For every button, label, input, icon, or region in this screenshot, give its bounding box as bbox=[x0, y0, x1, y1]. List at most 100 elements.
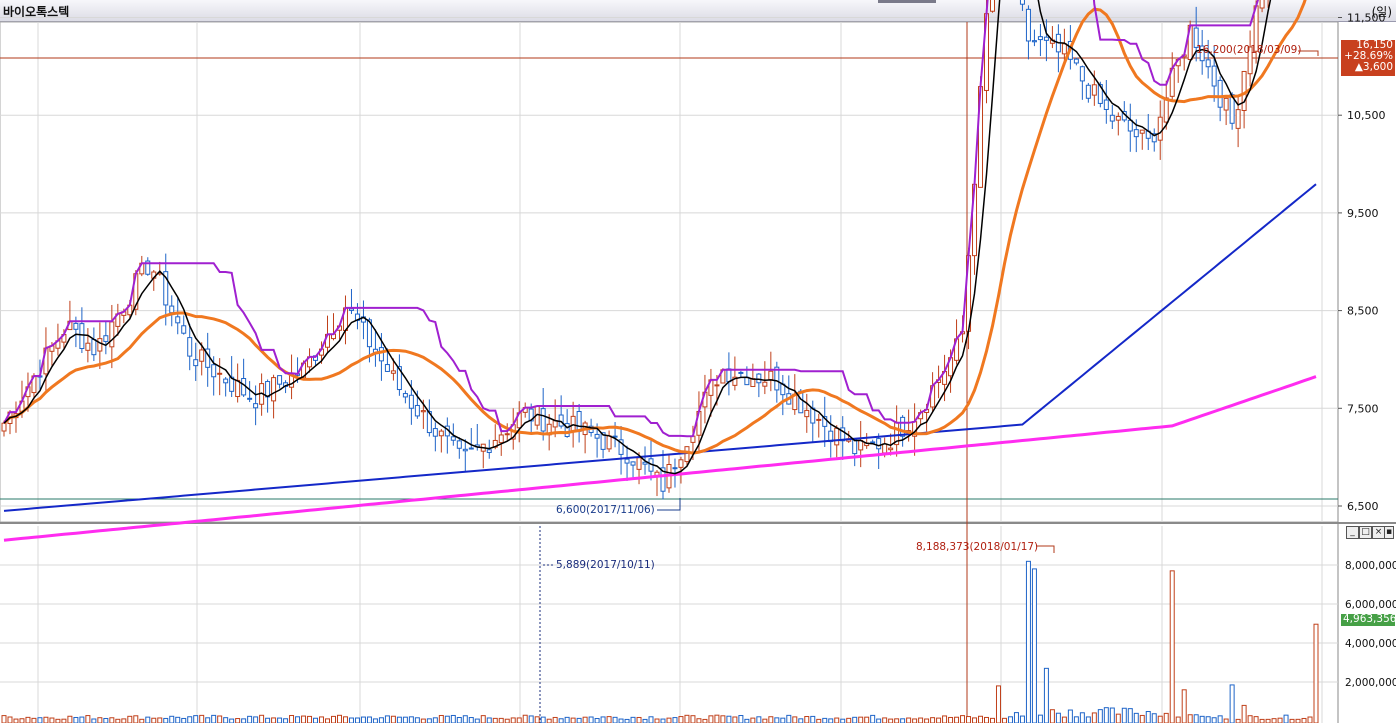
low-annotation: 6,600(2017/11/06) bbox=[556, 504, 655, 516]
volume-bar bbox=[498, 717, 504, 723]
volume-bar bbox=[1115, 713, 1121, 723]
volume-bar bbox=[912, 718, 918, 723]
candle-body bbox=[402, 393, 408, 398]
volume-bar bbox=[31, 717, 37, 723]
volume-bar bbox=[936, 717, 942, 723]
stock-chart[interactable]: 15,50014,50013,50012,50011,50010,5009,50… bbox=[0, 0, 1396, 723]
candle-body bbox=[414, 404, 420, 417]
volume-tick-label: 2,000,000 bbox=[1345, 677, 1396, 689]
minimize-icon[interactable]: _ bbox=[1346, 526, 1359, 539]
volume-bar bbox=[426, 718, 432, 723]
volume-bar bbox=[1097, 709, 1103, 723]
volume-bar bbox=[1073, 716, 1079, 723]
candle-body bbox=[253, 403, 259, 409]
volume-bar bbox=[870, 714, 876, 723]
volume-bar bbox=[402, 716, 408, 723]
candle-body bbox=[265, 381, 271, 398]
volume-bar bbox=[163, 717, 169, 723]
volume-bar bbox=[660, 718, 666, 723]
candle-body bbox=[1109, 114, 1115, 122]
candle-body bbox=[1019, 0, 1025, 5]
price-tick-label: 11,500 bbox=[1347, 12, 1386, 25]
price-tick-label: 8,500 bbox=[1347, 305, 1379, 318]
panel-menu-icon[interactable]: ▪ bbox=[1384, 526, 1394, 539]
volume-bar bbox=[1277, 717, 1283, 723]
volume-bar bbox=[744, 718, 750, 723]
candle-body bbox=[726, 368, 732, 383]
volume-bar bbox=[804, 716, 810, 723]
volume-bar bbox=[900, 718, 906, 723]
volume-bar bbox=[570, 717, 576, 723]
volume-bar bbox=[241, 718, 247, 723]
candle-body bbox=[223, 378, 229, 384]
candle-body bbox=[1031, 40, 1037, 43]
volume-bar bbox=[894, 718, 900, 723]
volume-bar bbox=[1199, 715, 1205, 723]
candle-body bbox=[1235, 109, 1241, 129]
candle-body bbox=[462, 448, 468, 452]
candle-body bbox=[624, 458, 630, 464]
volume-bar bbox=[115, 718, 121, 723]
volume-bar bbox=[1187, 714, 1193, 723]
candle-body bbox=[217, 372, 223, 375]
volume-bar bbox=[307, 715, 313, 723]
candle-body bbox=[756, 373, 762, 384]
volume-bar bbox=[169, 715, 175, 723]
volume-bar bbox=[1205, 716, 1211, 723]
volume-bar bbox=[7, 716, 13, 723]
volume-bar bbox=[834, 717, 840, 723]
maximize-icon[interactable]: □ bbox=[1359, 526, 1372, 539]
volume-bar bbox=[133, 715, 139, 723]
candle-body bbox=[199, 349, 205, 362]
volume-bar bbox=[792, 716, 798, 723]
volume-bar bbox=[492, 717, 498, 723]
volume-tick-label: 4,000,000 bbox=[1345, 638, 1396, 650]
volume-bar bbox=[283, 718, 289, 723]
candle-body bbox=[1091, 84, 1097, 96]
volume-tick-label: 6,000,000 bbox=[1345, 599, 1396, 611]
volume-bar bbox=[678, 716, 684, 723]
volume-tick-label: 8,000,000 bbox=[1345, 560, 1396, 572]
price-tick-label: 6,500 bbox=[1347, 500, 1379, 513]
volume-bar bbox=[738, 715, 744, 723]
volume-bar bbox=[882, 717, 888, 723]
volume-bar bbox=[504, 718, 510, 723]
volume-bar bbox=[1307, 716, 1313, 723]
volume-bar bbox=[558, 718, 564, 723]
volume-bar bbox=[408, 716, 414, 723]
volume-bar bbox=[786, 714, 792, 723]
volume-bar bbox=[984, 716, 990, 723]
volume-bar bbox=[49, 717, 55, 723]
volume-bar bbox=[1127, 708, 1133, 723]
volume-bar bbox=[13, 718, 19, 723]
candle-body bbox=[870, 441, 876, 444]
volume-bar bbox=[1085, 716, 1091, 723]
volume-bar bbox=[19, 718, 25, 723]
volume-bar bbox=[432, 717, 438, 723]
volume-bar bbox=[1163, 712, 1169, 723]
volume-bar bbox=[516, 717, 522, 723]
volume-bar bbox=[109, 717, 115, 723]
candle-body bbox=[1, 422, 7, 432]
volume-bar bbox=[666, 717, 672, 723]
candle-body bbox=[738, 371, 744, 374]
volume-bar bbox=[1193, 714, 1199, 723]
candle-body bbox=[1115, 116, 1121, 121]
volume-bar bbox=[726, 715, 732, 723]
candle-body bbox=[175, 316, 181, 324]
volume-bar bbox=[55, 718, 61, 723]
volume-bar bbox=[1007, 716, 1013, 723]
volume-bar bbox=[852, 716, 858, 723]
volume-bar bbox=[43, 716, 49, 723]
candle-body bbox=[73, 322, 79, 330]
current-price-tag: 16,150 +28.69% ▲3,600 bbox=[1341, 40, 1395, 76]
candle-body bbox=[504, 433, 510, 436]
volume-bar bbox=[642, 718, 648, 723]
price-tick-label: 7,500 bbox=[1347, 402, 1379, 415]
volume-bar bbox=[25, 716, 31, 723]
volume-bar bbox=[918, 717, 924, 723]
candle-body bbox=[420, 410, 426, 413]
volume-bar bbox=[1229, 684, 1235, 723]
volume-bar bbox=[1061, 716, 1067, 723]
volume-bar bbox=[271, 717, 277, 723]
